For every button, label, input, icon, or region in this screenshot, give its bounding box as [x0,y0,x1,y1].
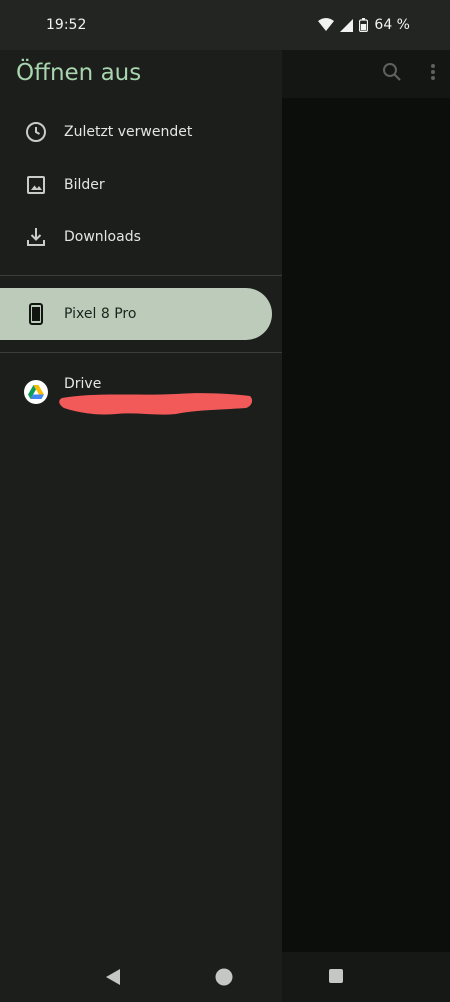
home-icon[interactable] [215,968,233,990]
drawer-item-downloads[interactable]: Downloads [0,211,272,263]
screen: 19:52 64 % Öffnen aus Zuletzt verwendet … [0,0,450,1002]
drawer-item-device[interactable]: Pixel 8 Pro [0,288,272,340]
drawer-divider [0,352,282,353]
wifi-icon [318,18,335,32]
drawer-item-label: Bilder [64,177,105,193]
battery-percent: 64 % [374,17,410,33]
search-icon[interactable] [382,62,402,86]
navigation-drawer: Öffnen aus Zuletzt verwendet Bilder Down… [0,50,282,952]
clock-icon [24,120,48,144]
main-content-area [282,50,450,952]
status-icons: 64 % [318,17,410,33]
redaction-scribble [59,393,253,415]
cell-signal-icon [340,18,354,32]
drawer-divider [0,275,282,276]
drawer-title: Öffnen aus [16,60,142,86]
nav-bar-right [282,952,450,1002]
drawer-item-label: Downloads [64,229,141,245]
phone-icon [24,302,48,326]
drawer-item-label: Zuletzt verwendet [64,124,193,140]
back-icon[interactable] [104,968,122,990]
more-vert-icon[interactable] [430,63,436,85]
download-icon [24,225,48,249]
system-nav-bar [0,952,450,1002]
recents-icon[interactable] [328,968,344,988]
google-drive-icon [24,380,48,404]
drawer-item-recent[interactable]: Zuletzt verwendet [0,106,272,158]
image-icon [24,173,48,197]
battery-icon [359,18,369,32]
status-bar: 19:52 64 % [0,0,450,50]
drawer-item-images[interactable]: Bilder [0,159,272,211]
status-time: 19:52 [46,17,87,33]
app-bar [282,50,450,98]
drawer-item-label: Pixel 8 Pro [64,306,137,322]
